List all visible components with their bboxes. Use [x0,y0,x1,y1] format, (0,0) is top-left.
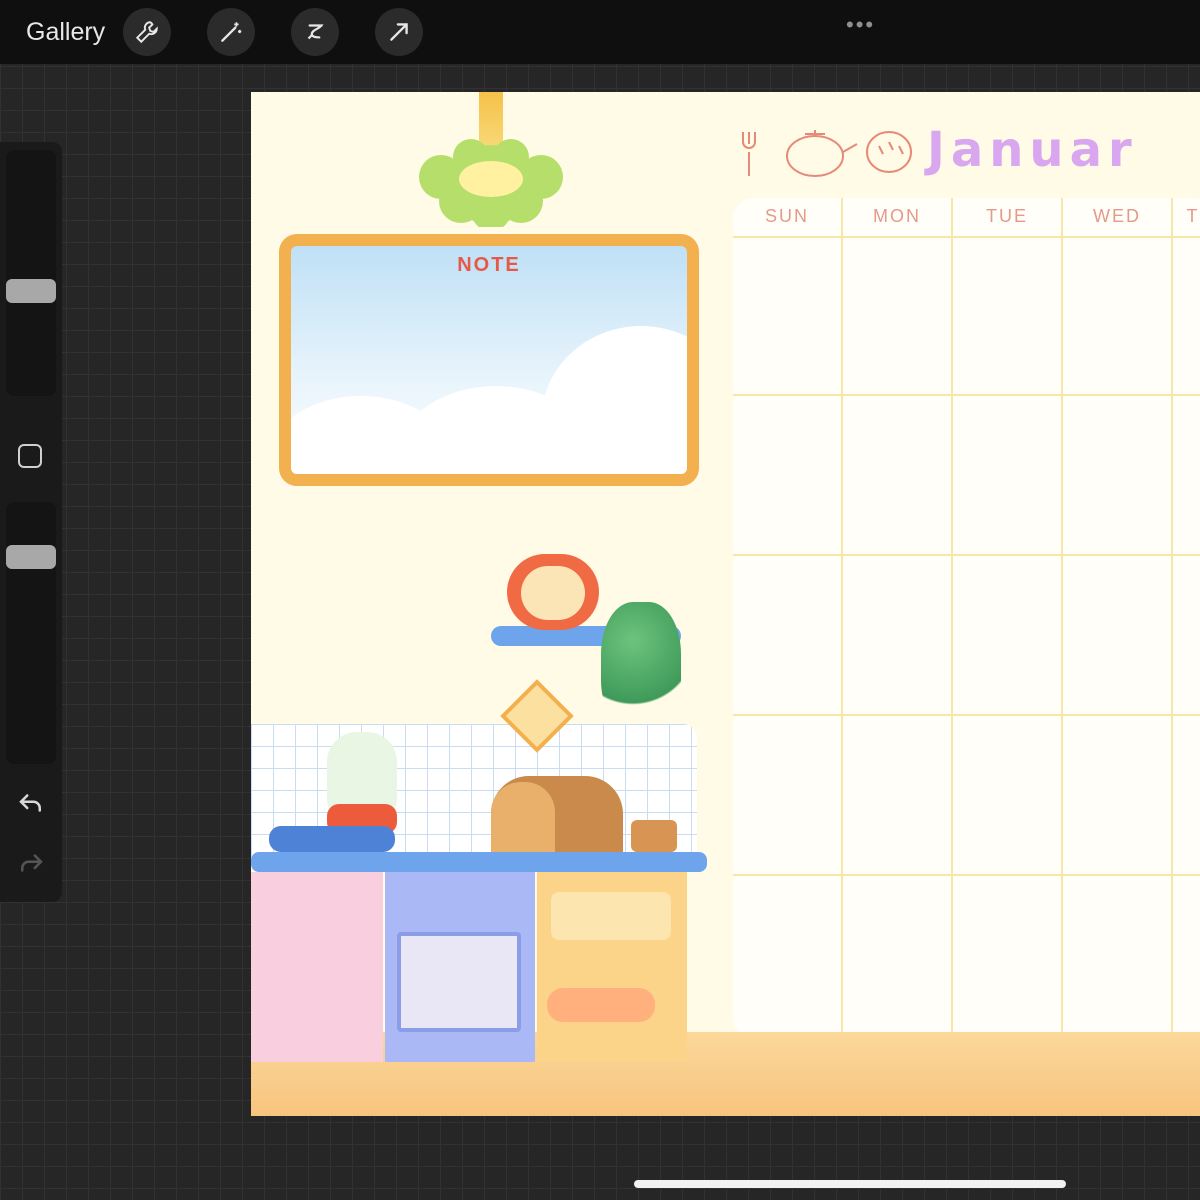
weekday-label: WED [1093,206,1141,226]
weekday-label: MON [873,206,921,226]
opacity-slider[interactable] [6,502,56,764]
cloud [541,326,687,474]
brush-size-thumb[interactable] [6,278,56,303]
weekday-label: T [1186,206,1200,226]
kitchen-counter [251,852,707,872]
grid-line [841,198,843,1038]
opacity-thumb[interactable] [6,544,56,569]
selection-icon [307,24,324,40]
cabinet-drawer [551,892,671,940]
top-toolbar: Gallery [0,0,1200,64]
undo-icon[interactable] [16,788,46,818]
kitchen-doodles-icon [742,130,912,177]
modify-square-button[interactable] [18,444,42,468]
grid-line [1171,198,1173,1038]
grid-line [733,394,1200,396]
potholder-icon [500,679,574,753]
grid-line [951,198,953,1038]
grid-line [733,236,1200,238]
note-board: NOTE [279,234,699,486]
chocolate-cake [631,820,677,852]
more-options-icon[interactable]: ••• [846,12,875,38]
hanging-plant [601,602,681,732]
bread-face [491,782,555,860]
transform-arrow-icon [390,23,408,41]
magic-wand-icon [221,22,242,42]
weekday-label: SUN [764,206,809,226]
blue-tray [269,826,395,852]
home-indicator[interactable] [634,1180,1066,1188]
wrench-icon [136,21,158,44]
drawing-canvas[interactable]: NOTE Januar SUN MON TUE WED T [251,92,1200,1116]
grid-line [733,874,1200,876]
calendar-title: Januar [927,122,1138,178]
adjustments-button[interactable] [207,8,256,56]
redo-icon[interactable] [16,848,46,878]
transform-button[interactable] [375,8,424,56]
grid-line [733,554,1200,556]
oven-window [397,932,521,1032]
grid-line [733,714,1200,716]
left-cabinet [251,872,383,1062]
stool [547,988,655,1022]
left-sidebar [0,142,62,902]
selection-button[interactable] [291,8,340,56]
note-title: NOTE [457,254,521,276]
calendar-grid [733,198,1200,1038]
actions-button[interactable] [123,8,172,56]
clock-face [521,566,585,620]
gallery-button[interactable]: Gallery [26,18,105,47]
grid-line [1061,198,1063,1038]
weekday-label: TUE [986,206,1028,226]
ceiling-lamp-icon [419,139,563,227]
brush-size-slider[interactable] [6,150,56,396]
